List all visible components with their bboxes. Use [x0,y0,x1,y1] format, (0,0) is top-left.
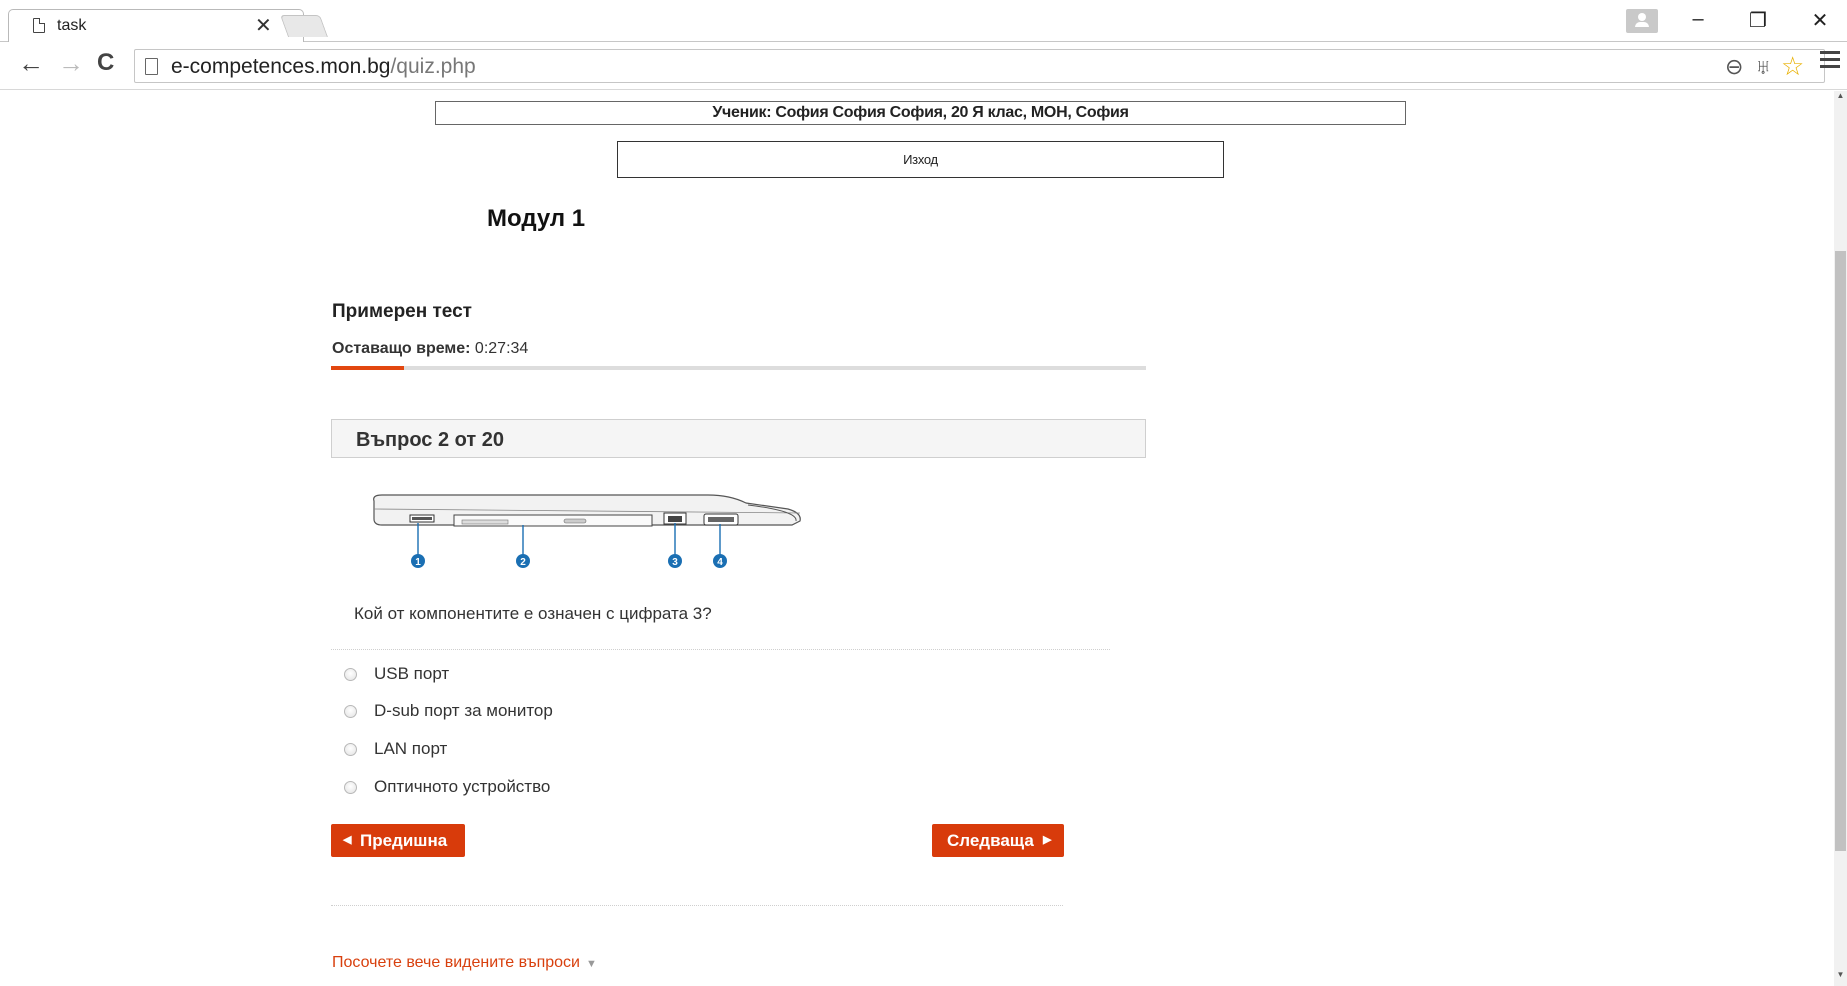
close-window-button[interactable]: ✕ [1800,8,1840,36]
divider [331,905,1063,906]
scroll-down-icon[interactable]: ▼ [1834,970,1847,986]
bookmark-star-icon[interactable]: ☆ [1781,51,1804,82]
page-icon [33,18,45,33]
svg-text:4: 4 [717,557,723,568]
review-link-label[interactable]: Посочете вече видените въпроси [332,954,580,971]
minimize-button[interactable]: – [1678,8,1718,36]
reload-icon[interactable]: C [97,49,114,77]
svg-text:1: 1 [415,557,421,568]
test-title: Примерен тест [332,301,472,322]
review-seen-questions-link[interactable]: Посочете вече видените въпроси ▼ [332,954,597,972]
time-progress-bar [331,366,1146,370]
zoom-icon[interactable]: ⊖ [1725,54,1743,80]
back-icon[interactable]: ← [18,48,44,79]
question-counter: Въпрос 2 от 20 [356,429,504,451]
question-text: Кой от компонентите е означен с цифрата … [354,604,712,623]
caret-right-icon: ▶ [1043,834,1052,846]
laptop-ports-image: 1 2 3 4 [373,494,801,568]
module-title: Модул 1 [487,205,586,232]
key-icon[interactable]: ♅ [1755,54,1772,80]
browser-tabstrip: task ✕ – ❐ ✕ [0,0,1847,42]
next-label: Следваща [947,831,1034,850]
page-info-icon[interactable] [145,58,158,75]
previous-label: Предишна [360,831,448,850]
answer-label[interactable]: USB порт [374,664,449,684]
browser-tab[interactable]: task ✕ [8,9,304,42]
student-info: Ученик: София София София, 20 Я клас, МО… [435,101,1406,125]
tab-close-icon[interactable]: ✕ [255,13,272,38]
menu-icon[interactable] [1820,51,1840,72]
answer-label[interactable]: LAN порт [374,739,447,759]
radio-button[interactable] [344,781,357,794]
answer-label[interactable]: Оптичното устройство [374,777,550,797]
address-bar[interactable]: e-competences.mon.bg/quiz.php ⊖ ♅ ☆ [134,49,1825,83]
radio-button[interactable] [344,668,357,681]
page-scrollbar[interactable]: ▲ ▼ [1834,91,1847,986]
scroll-up-icon[interactable]: ▲ [1834,91,1847,107]
tab-title: task [57,17,87,34]
timer-label: Оставащо време: [332,340,471,357]
restore-button[interactable]: ❐ [1738,8,1778,36]
chevron-down-icon: ▼ [586,958,597,970]
radio-button[interactable] [344,705,357,718]
url-text: e-competences.mon.bg/quiz.php [171,55,476,78]
timer-value: 0:27:34 [474,340,529,357]
question-header: Въпрос 2 от 20 [331,419,1146,458]
timer: Оставащо време: 0:27:34 [332,340,528,358]
caret-left-icon: ◀ [343,834,352,846]
profile-icon[interactable] [1626,9,1658,33]
divider [331,649,1110,650]
previous-button[interactable]: ◀ Предишна [331,824,465,857]
forward-icon[interactable]: → [58,48,84,79]
next-button[interactable]: Следваща ▶ [932,824,1064,857]
logout-button[interactable]: Изход [617,141,1224,178]
radio-button[interactable] [344,743,357,756]
answer-label[interactable]: D-sub порт за монитор [374,701,553,721]
scroll-thumb[interactable] [1835,251,1846,851]
browser-toolbar: ← → C e-competences.mon.bg/quiz.php ⊖ ♅ … [0,42,1847,90]
new-tab-button[interactable] [279,15,329,37]
time-progress-fill [331,366,405,370]
svg-text:2: 2 [520,557,526,568]
svg-text:3: 3 [672,557,678,568]
